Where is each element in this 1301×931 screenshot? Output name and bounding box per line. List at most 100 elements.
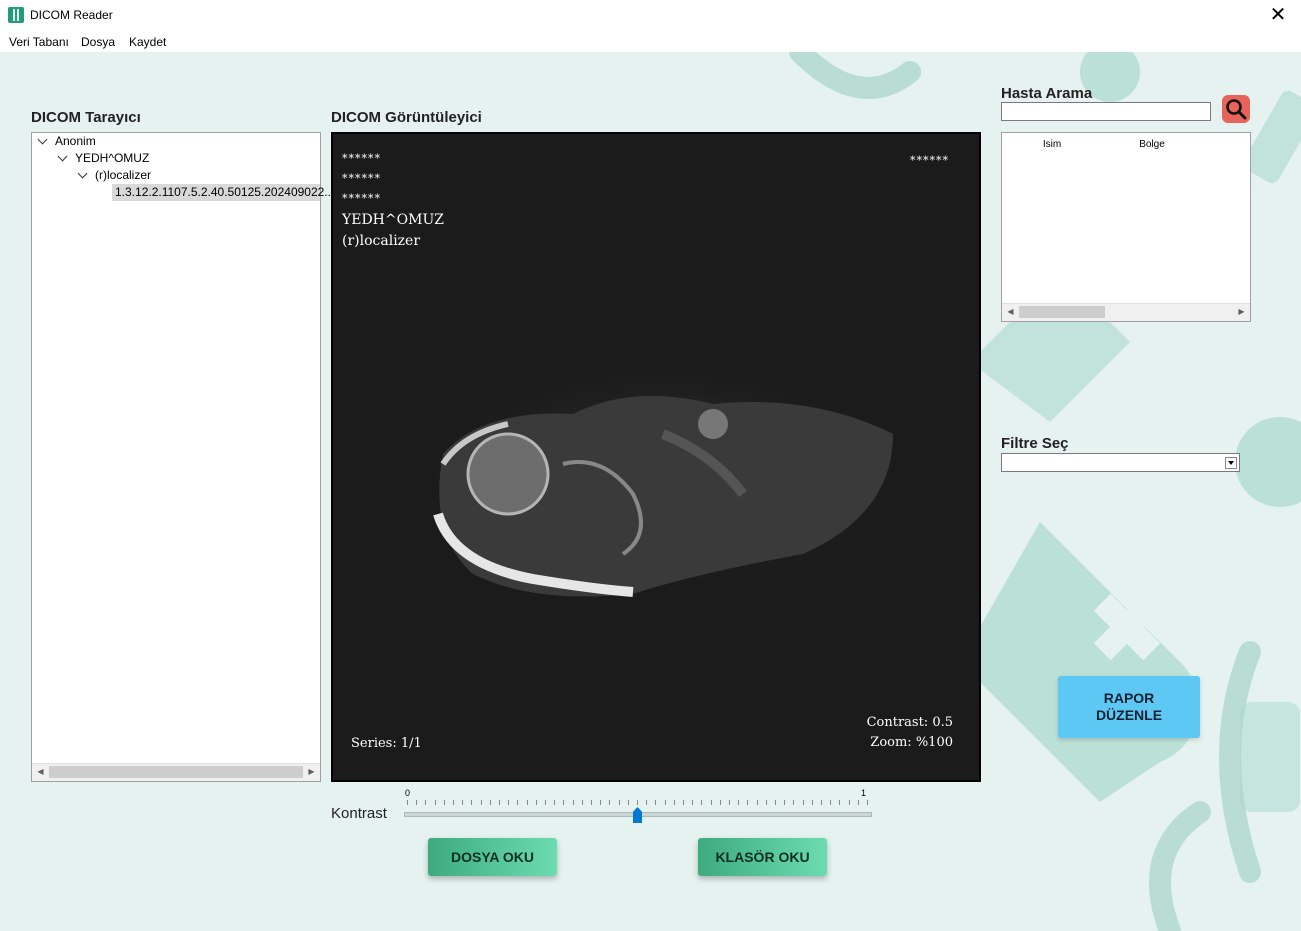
- slider-tick: [811, 800, 813, 805]
- tree-item-label: (r)localizer: [95, 168, 152, 182]
- column-header-bolge[interactable]: Bolge: [1102, 133, 1203, 155]
- slider-tick: [775, 800, 776, 805]
- slider-tick: [443, 800, 445, 805]
- window-title: DICOM Reader: [30, 8, 113, 22]
- slider-tick: [719, 800, 721, 805]
- read-folder-button[interactable]: KLASÖR OKU: [698, 838, 827, 876]
- slider-tick: [738, 800, 740, 805]
- slider-tick: [701, 800, 703, 805]
- slider-tick: [627, 800, 629, 805]
- read-file-button[interactable]: DOSYA OKU: [428, 838, 557, 876]
- overlay-patient-name: YEDH^OMUZ: [342, 212, 444, 228]
- patient-results-table[interactable]: Isim Bolge Ta ◀ ▶: [1001, 132, 1251, 322]
- search-heading: Hasta Arama: [1001, 85, 1093, 102]
- overlay-mask-right: ******: [910, 154, 949, 167]
- contrast-label: Kontrast: [331, 805, 387, 822]
- slider-tick: [646, 800, 648, 805]
- slider-tick: [407, 800, 408, 805]
- slider-tick: [462, 800, 464, 805]
- contrast-slider-handle[interactable]: [633, 807, 642, 823]
- slider-tick: [756, 800, 758, 805]
- slider-tick: [784, 800, 786, 805]
- overlay-series-desc: (r)localizer: [342, 233, 421, 249]
- slider-tick: [535, 800, 537, 805]
- column-header-isim[interactable]: Isim: [1002, 133, 1103, 155]
- chevron-down-icon[interactable]: [77, 168, 88, 179]
- menu-dosya[interactable]: Dosya: [81, 35, 115, 49]
- slider-tick: [563, 800, 565, 805]
- filter-select[interactable]: [1001, 453, 1240, 472]
- title-bar: DICOM Reader ✕: [0, 0, 1301, 31]
- search-icon: [1226, 99, 1247, 120]
- chevron-down-icon[interactable]: [57, 151, 68, 162]
- slider-tick: [554, 800, 556, 805]
- mri-image: [413, 354, 913, 597]
- slider-tick: [508, 800, 510, 805]
- slider-tick: [729, 800, 730, 805]
- overlay-contrast: Contrast: 0.5: [866, 715, 953, 730]
- slider-tick: [618, 800, 620, 805]
- scroll-left-icon[interactable]: ◀: [1002, 304, 1019, 320]
- overlay-zoom: Zoom: %100: [870, 735, 953, 750]
- tree-horizontal-scrollbar[interactable]: ◀ ▶: [32, 763, 320, 781]
- slider-tick: [591, 800, 592, 805]
- slider-tick: [673, 800, 675, 805]
- slider-tick: [710, 800, 712, 805]
- overlay-mask-3: ******: [342, 192, 381, 205]
- scrollbar-thumb[interactable]: [49, 766, 303, 778]
- slider-tick: [664, 800, 666, 805]
- column-header-ta[interactable]: Ta: [1202, 133, 1250, 155]
- slider-tick: [471, 800, 473, 805]
- slider-min-label: 0: [405, 788, 411, 798]
- table-horizontal-scrollbar[interactable]: ◀ ▶: [1002, 303, 1250, 321]
- slider-tick: [480, 800, 482, 805]
- edit-report-label: RAPOR DÜZENLE: [1095, 690, 1163, 723]
- scroll-right-icon[interactable]: ▶: [303, 764, 320, 780]
- slider-tick: [425, 800, 427, 805]
- slider-max-label: 1: [861, 788, 867, 798]
- scroll-left-icon[interactable]: ◀: [32, 764, 49, 780]
- chevron-down-icon[interactable]: [1225, 457, 1237, 469]
- slider-tick: [830, 800, 832, 805]
- slider-tick: [765, 800, 767, 805]
- contrast-slider-area: Kontrast 0 1: [331, 786, 876, 826]
- slider-tick: [609, 800, 611, 805]
- slider-tick: [545, 800, 546, 805]
- slider-tick: [572, 800, 574, 805]
- close-icon[interactable]: ✕: [1255, 0, 1301, 31]
- slider-tick: [600, 800, 602, 805]
- tree-item-label: 1.3.12.2.1107.5.2.40.50125.202409022...: [115, 185, 335, 199]
- slider-tick: [489, 800, 491, 805]
- slider-tick: [499, 800, 500, 805]
- overlay-mask-2: ******: [342, 172, 381, 185]
- slider-tick: [526, 800, 528, 805]
- menu-kaydet[interactable]: Kaydet: [129, 35, 166, 49]
- patient-search-input[interactable]: [1001, 102, 1211, 121]
- browser-heading: DICOM Tarayıcı: [31, 109, 141, 126]
- tree-item-label: YEDH^OMUZ: [75, 151, 150, 165]
- menu-veri-tabani[interactable]: Veri Tabanı: [9, 35, 69, 49]
- slider-tick: [434, 800, 436, 805]
- slider-tick: [848, 800, 850, 805]
- app-icon: [8, 7, 24, 23]
- scroll-right-icon[interactable]: ▶: [1233, 304, 1250, 320]
- slider-tick: [416, 800, 418, 805]
- slider-tick: [581, 800, 583, 805]
- scrollbar-thumb[interactable]: [1019, 306, 1105, 318]
- dicom-tree[interactable]: Anonim YEDH^OMUZ (r)localizer 1.3.12.2.1…: [31, 132, 334, 782]
- slider-tick: [802, 800, 804, 805]
- slider-tick: [683, 800, 684, 805]
- viewer-heading: DICOM Görüntüleyici: [331, 109, 482, 126]
- search-button[interactable]: [1222, 95, 1250, 123]
- slider-tick: [747, 800, 749, 805]
- slider-tick: [655, 800, 657, 805]
- slider-tick: [637, 800, 638, 805]
- overlay-mask-1: ******: [342, 152, 381, 165]
- tree-item-label: Anonim: [55, 134, 96, 148]
- chevron-down-icon[interactable]: [37, 134, 48, 145]
- slider-tick: [692, 800, 694, 805]
- dicom-viewer[interactable]: ****** ****** ****** ****** YEDH^OMUZ (r…: [331, 132, 981, 782]
- tree-item-instance[interactable]: 1.3.12.2.1107.5.2.40.50125.202409022...: [112, 184, 334, 201]
- edit-report-button[interactable]: RAPOR DÜZENLE: [1058, 676, 1200, 738]
- slider-tick: [857, 800, 859, 805]
